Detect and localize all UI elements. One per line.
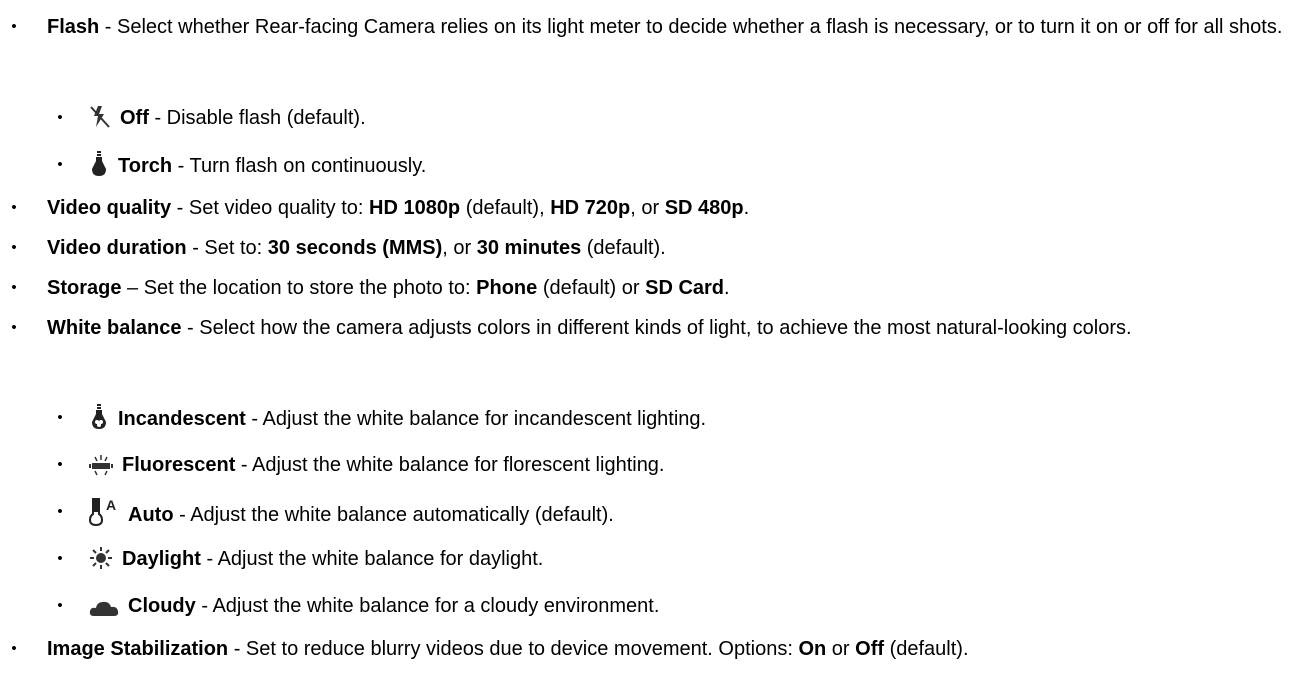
bullet: • xyxy=(57,456,63,473)
option-description: - Adjust the white balance for florescen… xyxy=(235,454,665,476)
setting-description: . xyxy=(724,277,730,299)
option-description: - Turn flash on continuously. xyxy=(172,155,427,177)
option-name: Off xyxy=(120,107,149,129)
option-description: - Disable flash (default). xyxy=(148,107,366,129)
auto-white-balance-icon: A xyxy=(89,498,119,526)
option-value: SD 480p xyxy=(664,197,744,219)
fluorescent-icon xyxy=(89,454,113,476)
flash-off-icon xyxy=(89,105,111,129)
setting-description: , or xyxy=(442,237,477,259)
bullet: • xyxy=(11,640,17,657)
option-value: Off xyxy=(855,638,885,660)
list-item-daylight: • Daylight - Adjust the white balance fo… xyxy=(57,545,1289,573)
setting-name-flash: Flash xyxy=(47,16,100,38)
setting-name-image-stabilization: Image Stabilization xyxy=(47,638,229,660)
bullet: • xyxy=(11,199,17,216)
bullet: • xyxy=(11,319,17,336)
option-description: - Adjust the white balance for daylight. xyxy=(200,548,544,570)
setting-description: - Set to reduce blurry videos due to dev… xyxy=(228,638,799,660)
list-item-storage: • Storage – Set the location to store th… xyxy=(11,274,1292,302)
option-value: On xyxy=(798,638,827,660)
bullet: • xyxy=(57,409,63,426)
setting-description: - Set video quality to: xyxy=(171,197,369,219)
option-value: HD 720p xyxy=(550,197,631,219)
incandescent-icon xyxy=(89,404,109,430)
cloudy-icon xyxy=(89,599,119,617)
option-value: 30 minutes xyxy=(476,237,582,259)
setting-name-video-duration: Video duration xyxy=(47,237,187,259)
list-item-incandescent: • Incandescent - Adjust the white balanc… xyxy=(57,404,1289,433)
option-value: 30 seconds (MMS) xyxy=(267,237,443,259)
list-item-video-quality: • Video quality - Set video quality to: … xyxy=(11,194,1292,222)
option-name: Fluorescent xyxy=(122,454,236,476)
setting-name-video-quality: Video quality xyxy=(47,197,172,219)
bullet: • xyxy=(57,156,63,173)
setting-description: (default), xyxy=(460,197,551,219)
bullet: • xyxy=(57,503,63,520)
list-item-torch: • Torch - Turn flash on continuously. xyxy=(57,151,1289,180)
list-item-image-stabilization: • Image Stabilization - Set to reduce bl… xyxy=(11,635,1292,663)
bullet: • xyxy=(57,597,63,614)
setting-description-white-balance: - Select how the camera adjusts colors i… xyxy=(181,317,1132,339)
setting-description: or xyxy=(826,638,856,660)
option-name: Auto xyxy=(128,504,174,526)
list-item-fluorescent: • Fluorescent - Adjust the white balance… xyxy=(57,451,1289,479)
bullet: • xyxy=(11,279,17,296)
setting-description: (default). xyxy=(581,237,666,259)
list-item-cloudy: • Cloudy - Adjust the white balance for … xyxy=(57,592,1289,620)
torch-icon xyxy=(89,151,109,177)
option-description: - Adjust the white balance for a cloudy … xyxy=(195,595,660,617)
list-item-auto: • A Auto - Adjust the white balance auto… xyxy=(57,498,1289,529)
setting-description: - Set to: xyxy=(186,237,268,259)
list-item-flash-off: • Off - Disable flash (default). xyxy=(57,104,1289,132)
option-value: HD 1080p xyxy=(369,197,461,219)
list-item-flash: • Flash - Select whether Rear-facing Cam… xyxy=(11,13,1292,41)
setting-description-flash: - Select whether Rear-facing Camera reli… xyxy=(99,16,1283,38)
list-item-video-duration: • Video duration - Set to: 30 seconds (M… xyxy=(11,234,1292,262)
bullet: • xyxy=(57,109,63,126)
option-value: SD Card xyxy=(645,277,725,299)
bullet: • xyxy=(57,550,63,567)
setting-description: . xyxy=(743,197,750,219)
option-description: - Adjust the white balance automatically… xyxy=(173,504,614,526)
camera-settings-document: • Flash - Select whether Rear-facing Cam… xyxy=(0,0,1298,694)
setting-description: , or xyxy=(630,197,665,219)
option-name: Cloudy xyxy=(128,595,196,617)
option-description: - Adjust the white balance for incandesc… xyxy=(245,408,707,430)
list-item-white-balance: • White balance - Select how the camera … xyxy=(11,314,1292,342)
bullet: • xyxy=(11,18,17,35)
setting-name-white-balance: White balance xyxy=(47,317,182,339)
setting-description: (default) or xyxy=(537,277,646,299)
option-name: Incandescent xyxy=(118,408,246,430)
setting-description: (default). xyxy=(884,638,969,660)
daylight-icon xyxy=(89,546,113,570)
svg-text:A: A xyxy=(106,498,116,513)
option-value: Phone xyxy=(476,277,538,299)
option-name: Torch xyxy=(118,155,173,177)
option-name: Daylight xyxy=(122,548,201,570)
bullet: • xyxy=(11,239,17,256)
setting-name-storage: Storage xyxy=(47,277,122,299)
setting-description: – Set the location to store the photo to… xyxy=(121,277,477,299)
